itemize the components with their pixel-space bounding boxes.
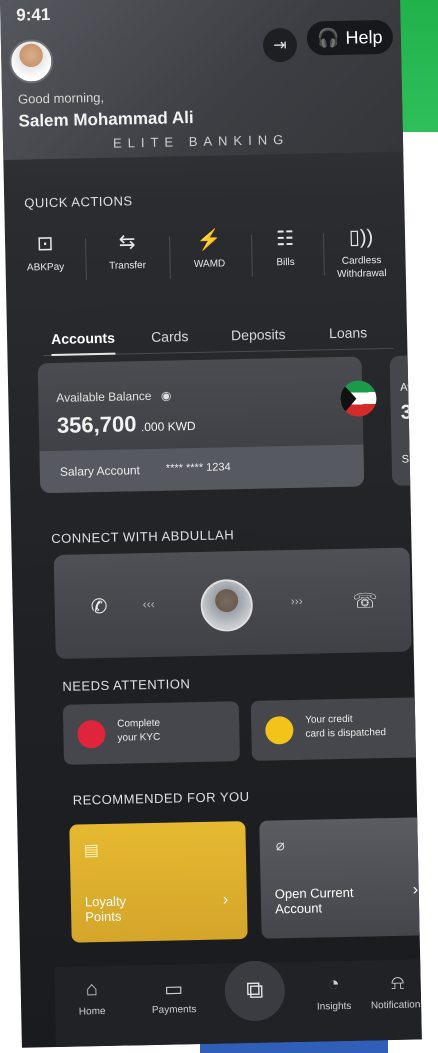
quick-action-label: WAMD xyxy=(193,258,226,270)
attention-card-dispatched[interactable]: Your credit card is dispatched xyxy=(250,697,422,761)
header: 9:41 ⇥ 🎧 Help Good morning, Salem Mohamm… xyxy=(0,0,404,160)
user-name: Salem Mohammad Ali xyxy=(18,107,194,131)
nav-label: Notifications xyxy=(370,999,422,1012)
tab-accounts[interactable]: Accounts xyxy=(50,329,116,357)
account-number: **** **** 1234 xyxy=(165,461,231,475)
logout-icon: ⇥ xyxy=(273,37,287,55)
bell-icon: ⍾ xyxy=(390,971,405,995)
help-label: Help xyxy=(345,26,383,48)
nav-insights[interactable]: ◔ Insights xyxy=(298,972,369,1012)
recommended-open-current-account[interactable]: ⌀ Open Current Account › xyxy=(259,817,422,939)
loyalty-card-icon: ▤ xyxy=(83,842,100,860)
kyc-alert-icon xyxy=(77,719,106,749)
kuwait-flag-icon xyxy=(340,380,377,417)
account-footer: Salary Account **** **** 1234 xyxy=(39,444,365,494)
quick-action-transfer[interactable]: ⇆ Transfer xyxy=(91,223,164,273)
nav-label: Payments xyxy=(151,1004,197,1017)
phone-device: 9:41 ⇥ 🎧 Help Good morning, Salem Mohamm… xyxy=(0,0,438,1053)
attention-kyc-text: Complete your KYC xyxy=(117,717,161,744)
phone-icon[interactable]: ☏ xyxy=(352,588,378,614)
transfer-icon: ⇆ xyxy=(118,230,136,254)
avatar[interactable] xyxy=(8,38,54,84)
quick-action-label: Bills xyxy=(276,256,295,269)
home-icon: ⌂ xyxy=(85,978,99,1001)
recommended-loyalty-points[interactable]: ▤ Loyalty Points › xyxy=(69,821,248,943)
account-tabs: Accounts Cards Deposits Loans xyxy=(42,313,394,357)
nav-label: Insights xyxy=(316,1000,352,1013)
quick-action-abkpay[interactable]: ⊡ ABKPay xyxy=(9,224,82,274)
connect-card: ✆ ‹‹‹ ››› ☏ xyxy=(53,547,412,659)
chevron-right-icon: › xyxy=(222,891,229,909)
next-card-name: Sa xyxy=(401,453,416,466)
card-dispatched-icon xyxy=(265,716,294,745)
scan-icon: ⧉ xyxy=(245,976,264,1005)
quick-actions-title: QUICK ACTIONS xyxy=(24,193,133,211)
quick-action-wamd[interactable]: ⚡ WAMD xyxy=(173,221,246,271)
eye-icon[interactable]: ◉ xyxy=(161,389,172,403)
payments-icon: ▭ xyxy=(164,978,184,1001)
account-icon: ⌀ xyxy=(275,837,285,855)
chevrons-right-icon: ››› xyxy=(290,593,303,609)
attention-kyc[interactable]: Complete your KYC xyxy=(62,701,240,765)
divider xyxy=(85,238,87,281)
next-card-label: Av xyxy=(400,381,413,394)
cardless-withdrawal-icon: ▯)) xyxy=(348,225,374,249)
quick-action-cardless-withdrawal[interactable]: ▯)) Cardless Withdrawal xyxy=(325,218,398,281)
tier-label: ELITE BANKING xyxy=(112,131,290,151)
tab-cards[interactable]: Cards xyxy=(151,328,189,345)
advisor-avatar[interactable] xyxy=(200,578,254,632)
bills-icon: ☷ xyxy=(275,227,295,250)
nav-label: Home xyxy=(78,1006,106,1018)
open-account-label: Open Current Account xyxy=(274,884,354,917)
status-time: 9:41 xyxy=(16,4,51,25)
nav-payments[interactable]: ▭ Payments xyxy=(138,976,209,1016)
next-account-card[interactable]: Av 35 Sa xyxy=(389,354,422,486)
account-name: Salary Account xyxy=(59,463,141,479)
headset-icon: 🎧 xyxy=(316,27,340,48)
help-button[interactable]: 🎧 Help xyxy=(306,19,394,56)
nav-notifications[interactable]: ⍾ Notifications xyxy=(362,971,422,1012)
balance-amount: 356,700 xyxy=(56,411,137,438)
whatsapp-icon[interactable]: ✆ xyxy=(90,594,108,619)
balance-currency: .000 KWD xyxy=(140,418,196,435)
greeting: Good morning, xyxy=(17,89,105,107)
tab-deposits[interactable]: Deposits xyxy=(231,326,286,343)
insights-icon: ◔ xyxy=(327,973,340,996)
needs-attention-title: NEEDS ATTENTION xyxy=(62,676,191,694)
connect-title: CONNECT WITH ABDULLAH xyxy=(51,527,235,547)
abkpay-icon: ⊡ xyxy=(36,232,54,255)
quick-action-label: Cardless Withdrawal xyxy=(336,255,387,280)
chevrons-left-icon: ‹‹‹ xyxy=(142,596,155,612)
next-card-value: 35 xyxy=(400,401,422,424)
divider xyxy=(168,236,171,279)
nav-home[interactable]: ⌂ Home xyxy=(57,978,128,1018)
quick-action-label: ABKPay xyxy=(26,261,65,274)
tab-loans[interactable]: Loans xyxy=(329,324,367,341)
wamd-icon: ⚡ xyxy=(196,228,222,252)
chevron-right-icon: › xyxy=(412,881,419,899)
attention-card-text: Your credit card is dispatched xyxy=(305,713,387,740)
balance-label: Available Balance xyxy=(56,388,152,405)
quick-action-label: Transfer xyxy=(109,260,147,272)
app-screen: 9:41 ⇥ 🎧 Help Good morning, Salem Mohamm… xyxy=(0,0,422,1048)
recommended-title: RECOMMENDED FOR YOU xyxy=(72,788,250,808)
loyalty-label: Loyalty Points xyxy=(84,893,127,925)
quick-action-bills[interactable]: ☷ Bills xyxy=(249,219,322,269)
logout-button[interactable]: ⇥ xyxy=(262,27,298,63)
account-card[interactable]: Available Balance ◉ 356,700 .000 KWD Sal… xyxy=(37,356,377,494)
